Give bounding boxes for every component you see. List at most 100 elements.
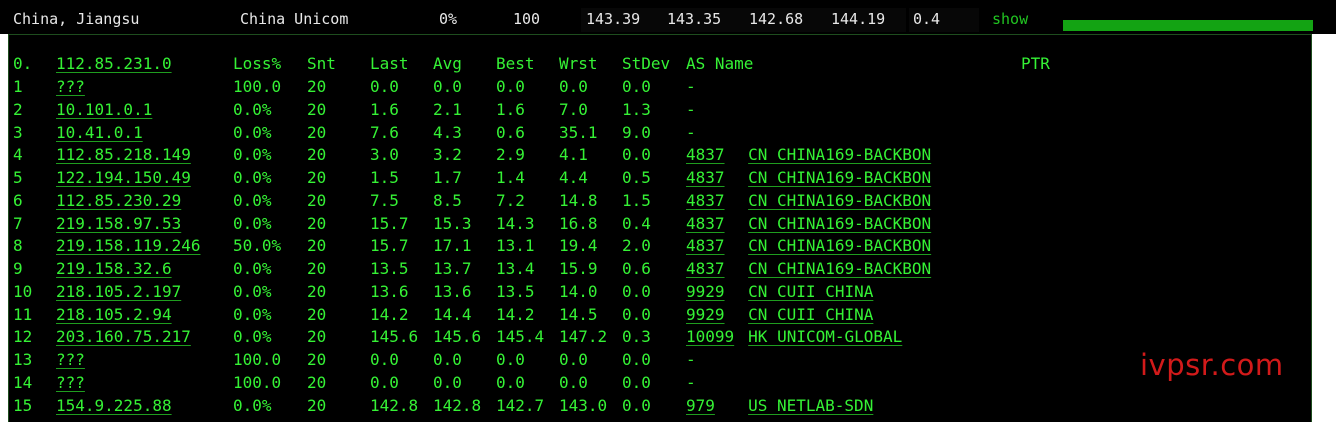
show-link[interactable]: show (992, 10, 1028, 28)
hop-row: 8 219.158.119.246 50.0% 20 15.7 17.1 13.1 19.4 2… (0, 236, 1336, 258)
hop-avg: 145.6 (433, 327, 482, 347)
hop-as-link[interactable]: 10099 HK UNICOM-GLOBAL (686, 327, 902, 347)
hop-loss: 0.0% (233, 395, 272, 415)
hop-loss: 100.0 (233, 372, 282, 392)
hop-host-link[interactable]: 219.158.119.246 (56, 236, 201, 256)
hop-host-link[interactable]: ??? (56, 373, 85, 393)
hop-as-link[interactable]: 9929 CN CUII CHINA (686, 305, 873, 325)
hop-asn: 4837 (686, 190, 725, 210)
hop-avg: 142.8 (433, 395, 482, 415)
hop-wrst: 7.0 (559, 99, 588, 119)
hop-as-link[interactable]: 4837 CN CHINA169-BACKBON (686, 214, 931, 234)
hop-as-link[interactable]: 4837 CN CHINA169-BACKBON (686, 236, 931, 256)
avg-header: Avg (433, 54, 462, 73)
as-name-header: AS Name (686, 54, 754, 73)
hop-best: 13.5 (496, 281, 535, 301)
hop-asn: 10099 (686, 327, 735, 347)
hop-snt: 20 (307, 190, 327, 210)
hop-avg: 0.0 (433, 372, 462, 392)
hop-wrst: 16.8 (559, 213, 598, 233)
hop-stdev: 0.0 (622, 77, 651, 96)
hop-snt: 20 (307, 350, 327, 369)
hop-host-link[interactable]: 203.160.75.217 (56, 327, 191, 347)
hop-stdev: 2.0 (622, 236, 651, 256)
hop-host-link[interactable]: ??? (56, 77, 85, 97)
hop-host-link[interactable]: 219.158.97.53 (56, 214, 181, 234)
hop-host-link[interactable]: 218.105.2.94 (56, 305, 172, 325)
hop-host-link[interactable]: ??? (56, 350, 85, 370)
hop-avg: 3.2 (433, 145, 462, 165)
hop-wrst: 4.4 (559, 168, 588, 187)
hop-best: 14.3 (496, 213, 535, 233)
hop-wrst: 15.9 (559, 259, 598, 278)
hop-host-link[interactable]: 112.85.230.29 (56, 191, 181, 211)
progress-bar (1063, 20, 1313, 31)
hop-as-name: CN CHINA169-BACKBON (748, 259, 932, 278)
hop-number: 4 (13, 145, 23, 165)
hop-number: 3 (13, 122, 23, 142)
hop-best: 1.4 (496, 168, 525, 187)
hop-stdev: 1.5 (622, 190, 651, 210)
hop-host-link[interactable]: 122.194.150.49 (56, 168, 191, 188)
hop-wrst: 0.0 (559, 372, 588, 392)
hop-best: 13.1 (496, 236, 535, 256)
hop-avg: 13.6 (433, 281, 472, 301)
hop-avg: 4.3 (433, 122, 462, 142)
hop-asn: - (686, 350, 696, 369)
hop-loss: 50.0% (233, 236, 282, 256)
hop-as-link[interactable]: 9929 CN CUII CHINA (686, 282, 873, 302)
hop-last: 15.7 (370, 236, 409, 256)
hop-best: 1.6 (496, 99, 525, 119)
hop-as-link[interactable]: 4837 CN CHINA169-BACKBON (686, 168, 931, 188)
hop-number: 8 (13, 236, 23, 256)
hop-snt: 20 (307, 213, 327, 233)
hop-stdev: 0.6 (622, 259, 651, 278)
hop-number: 7 (13, 213, 23, 233)
hop-asn: 4837 (686, 213, 725, 233)
summary-stdev: 0.4 (913, 10, 941, 28)
hop-row: 5 122.194.150.49 0.0% 20 1.5 1.7 1.4 4.4 0.5 4837… (0, 168, 1336, 190)
snt-header: Snt (307, 54, 336, 73)
hop-stdev: 0.0 (622, 372, 651, 392)
hop-loss: 0.0% (233, 99, 272, 119)
hop-host-link[interactable]: 218.105.2.197 (56, 282, 181, 302)
hop-as-name: CN CHINA169-BACKBON (748, 190, 932, 210)
hop-row: 12 203.160.75.217 0.0% 20 145.6 145.6 145.4 147… (0, 327, 1336, 349)
best-header: Best (496, 54, 535, 73)
hop-snt: 20 (307, 327, 327, 347)
hop-avg: 13.7 (433, 259, 472, 278)
hop-row: 4 112.85.218.149 0.0% 20 3.0 3.2 2.9 4.1 0.0 4837… (0, 145, 1336, 167)
hop-stdev: 0.0 (622, 281, 651, 301)
target-host-link[interactable]: 112.85.231.0 (56, 54, 172, 74)
hop-as-name: CN CHINA169-BACKBON (748, 145, 932, 165)
hop-number: 13 (13, 350, 33, 369)
hop-as-name: HK UNICOM-GLOBAL (748, 327, 903, 347)
hop-host-link[interactable]: 112.85.218.149 (56, 145, 191, 165)
summary-isp: China Unicom (240, 10, 349, 28)
hop-best: 142.7 (496, 395, 545, 415)
hop-host-link[interactable]: 154.9.225.88 (56, 396, 172, 416)
hop-host-link[interactable]: 10.101.0.1 (56, 100, 152, 120)
hop-row: 13??? 100.0 20 0.0 0.0 0.0 0.0 0.0 - (0, 350, 1336, 372)
hop-last: 14.2 (370, 304, 409, 324)
hop-host-link[interactable]: 219.158.32.6 (56, 259, 172, 279)
hop-avg: 0.0 (433, 77, 462, 96)
hop-host-link[interactable]: 10.41.0.1 (56, 123, 143, 143)
hop-as-link[interactable]: 4837 CN CHINA169-BACKBON (686, 145, 931, 165)
hop-as-link[interactable]: 979 US NETLAB-SDN (686, 396, 873, 416)
hop-as-link[interactable]: 4837 CN CHINA169-BACKBON (686, 259, 931, 279)
hop-as-link[interactable]: 4837 CN CHINA169-BACKBON (686, 191, 931, 211)
hop-stdev: 9.0 (622, 122, 651, 142)
hop-loss: 0.0% (233, 304, 272, 324)
hop-loss: 0.0% (233, 145, 272, 165)
hop-snt: 20 (307, 99, 327, 119)
hop-number: 5 (13, 168, 23, 187)
hop-best: 2.9 (496, 145, 525, 165)
hop-snt: 20 (307, 145, 327, 165)
hop-last: 0.0 (370, 77, 399, 96)
loss-header: Loss% (233, 54, 282, 73)
hop-best: 14.2 (496, 304, 535, 324)
hop-as-name: CN CUII CHINA (748, 304, 874, 324)
hop-row: 6 112.85.230.29 0.0% 20 7.5 8.5 7.2 14.8 1.5 4837… (0, 191, 1336, 213)
hop-row: 2 10.101.0.1 0.0% 20 1.6 2.1 1.6 7.0 1.3 - (0, 100, 1336, 122)
